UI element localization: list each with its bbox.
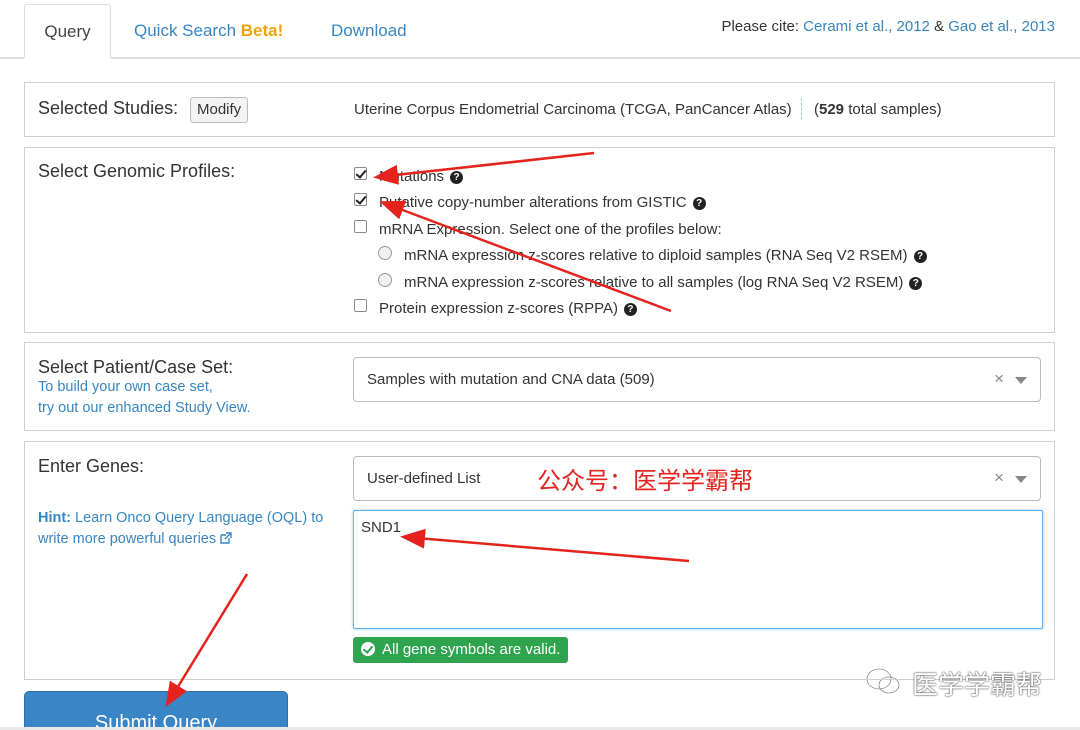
protein-label: Protein expression z-scores (RPPA) (379, 300, 618, 317)
hint-bold: Hint: (38, 510, 72, 526)
mrna-diploid-option: mRNA expression z-scores relative to dip… (404, 247, 927, 264)
case-set-value: Samples with mutation and CNA data (509) (367, 371, 655, 388)
mrna-all-radio[interactable] (378, 273, 392, 287)
case-set-label: Select Patient/Case Set: (38, 357, 234, 377)
mutations-checkbox[interactable] (354, 167, 367, 180)
mutations-label: Mutations (379, 168, 445, 185)
cite-link-cerami[interactable]: Cerami et al., 2012 (803, 18, 930, 35)
mutations-option: Mutations? (379, 168, 464, 185)
annotation-text: 公众号：医学学霸帮 (537, 467, 753, 495)
count-suffix: total samples) (844, 101, 942, 118)
tab-query[interactable]: Query (24, 4, 111, 59)
tab-download-label: Download (331, 21, 407, 40)
cite-prefix: Please cite: (721, 18, 804, 35)
tab-download[interactable]: Download (331, 4, 407, 59)
cna-label: Putative copy-number alterations from GI… (379, 194, 687, 211)
genomic-profiles-label: Select Genomic Profiles: (38, 161, 236, 181)
help-icon[interactable]: ? (450, 171, 464, 184)
external-link-icon (220, 532, 232, 544)
watermark-text: 医学学霸帮 (912, 671, 1043, 701)
chevron-down-icon[interactable] (1015, 476, 1027, 483)
clear-icon[interactable]: × (994, 369, 1004, 389)
chevron-down-icon[interactable] (1015, 377, 1027, 384)
hint-text: Learn Onco Query Language (OQL) to write… (38, 510, 324, 547)
sample-count-number: 529 (819, 101, 845, 118)
genomic-profiles-panel: Select Genomic Profiles: Mutations? Puta… (24, 147, 1055, 333)
check-circle-icon (361, 642, 375, 656)
submit-query-button[interactable]: Submit Query (24, 691, 288, 730)
valid-message: All gene symbols are valid. (382, 641, 561, 658)
build-case-set-link[interactable]: To build your own case set, (38, 379, 213, 395)
study-sample-count: (529 total samples) (814, 101, 942, 118)
enter-genes-label: Enter Genes: (38, 456, 145, 476)
study-divider (801, 98, 802, 120)
help-icon[interactable]: ? (913, 250, 927, 263)
modify-button[interactable]: Modify (190, 97, 249, 123)
protein-checkbox[interactable] (354, 299, 367, 312)
mrna-diploid-label: mRNA expression z-scores relative to dip… (404, 247, 908, 264)
cite-amp: & (929, 18, 949, 35)
mrna-option: mRNA Expression. Select one of the profi… (379, 221, 722, 238)
oql-hint[interactable]: Hint: Learn Onco Query Language (OQL) to… (38, 508, 328, 550)
mrna-all-option: mRNA expression z-scores relative to all… (404, 274, 923, 291)
help-icon[interactable]: ? (623, 303, 637, 316)
tab-quick-search[interactable]: Quick Search Beta! (134, 4, 283, 59)
cite-link-gao[interactable]: Gao et al., 2013 (948, 18, 1055, 35)
selected-studies-label: Selected Studies: (38, 98, 179, 118)
cna-option: Putative copy-number alterations from GI… (379, 194, 706, 211)
mrna-diploid-radio[interactable] (378, 246, 392, 260)
mrna-all-label: mRNA expression z-scores relative to all… (404, 274, 904, 291)
study-name: Uterine Corpus Endometrial Carcinoma (TC… (354, 101, 792, 118)
help-icon[interactable]: ? (909, 277, 923, 290)
wechat-logo-icon (866, 668, 900, 694)
clear-icon[interactable]: × (994, 468, 1004, 488)
genes-valid-badge: All gene symbols are valid. (353, 637, 569, 663)
mrna-checkbox[interactable] (354, 220, 367, 233)
beta-badge: Beta! (240, 21, 284, 40)
cna-checkbox[interactable] (354, 193, 367, 206)
gene-list-value: User-defined List (367, 470, 481, 487)
selected-studies-panel: Selected Studies: Modify Uterine Corpus … (24, 82, 1055, 137)
top-tab-bar: Query Quick Search Beta! Download Please… (0, 0, 1080, 59)
study-view-link[interactable]: try out our enhanced Study View. (38, 400, 251, 416)
tab-quick-search-label: Quick Search (134, 21, 237, 40)
citation: Please cite: Cerami et al., 2012 & Gao e… (721, 18, 1055, 35)
help-icon[interactable]: ? (692, 197, 706, 210)
gene-input[interactable]: SND1 (353, 510, 1043, 629)
protein-option: Protein expression z-scores (RPPA)? (379, 300, 637, 317)
tab-query-label: Query (44, 22, 91, 41)
case-set-select[interactable]: Samples with mutation and CNA data (509)… (353, 357, 1041, 402)
case-set-panel: Select Patient/Case Set: To build your o… (24, 342, 1055, 431)
